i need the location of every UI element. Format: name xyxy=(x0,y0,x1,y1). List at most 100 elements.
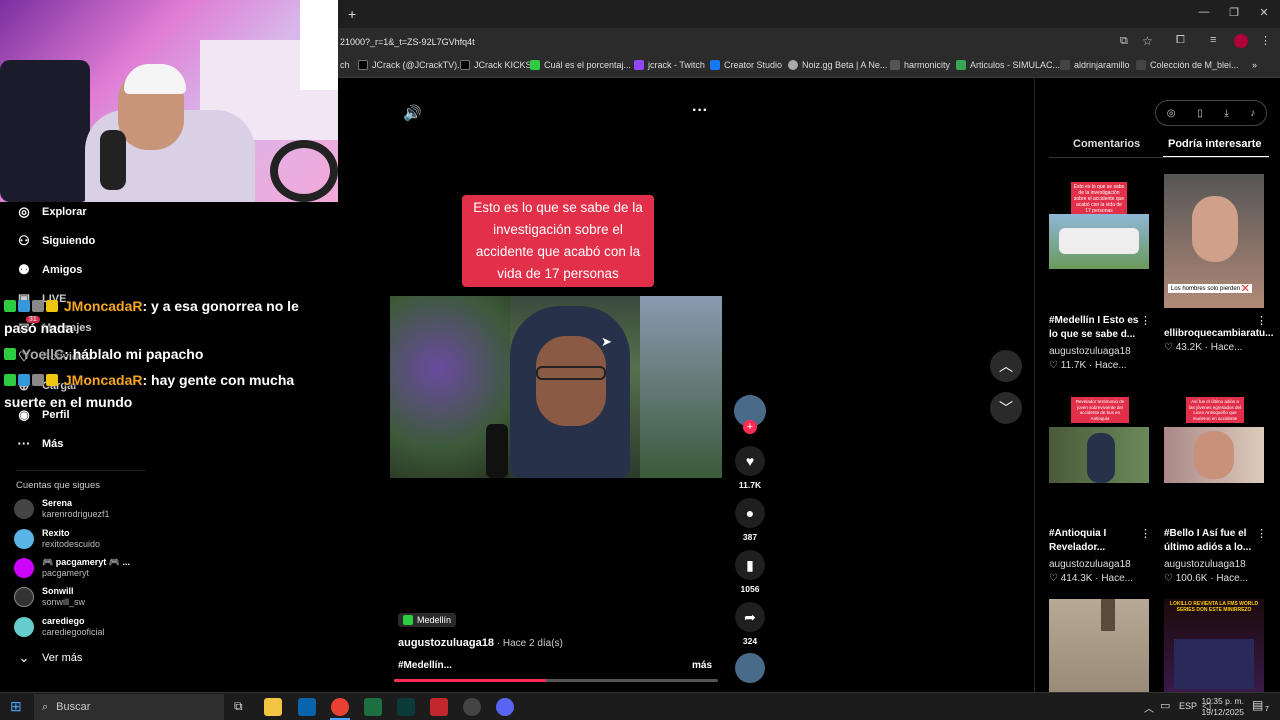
card-title[interactable]: #Medellín I Esto es lo que se sabe d... xyxy=(1049,314,1149,342)
save-button[interactable]: ▮ 1056 xyxy=(734,550,766,594)
bookmark-item[interactable]: Noiz.gg Beta | A Ne... xyxy=(788,60,887,70)
more-options-icon[interactable]: ··· xyxy=(692,102,708,120)
next-video-button[interactable]: ﹀ xyxy=(990,392,1022,424)
account-item[interactable]: Sonwill sonwill_sw xyxy=(14,586,85,608)
card-title[interactable]: ellibroquecambiaratu... xyxy=(1164,327,1273,341)
recommended-thumbnail[interactable]: Así fue el último adiós a las jóvenes eg… xyxy=(1164,395,1264,519)
account-item[interactable]: carediego carediegooficial xyxy=(14,616,105,638)
clock[interactable]: 10:35 p. m. 19/12/2025 xyxy=(1200,696,1244,718)
bookmark-item[interactable]: Articulos - SIMULAC... xyxy=(956,60,1060,70)
account-item[interactable]: Serena karenrodriguezf1 xyxy=(14,498,110,520)
bookmark-item[interactable]: harmonicity xyxy=(890,60,950,70)
nav-explorar[interactable]: ◎ Explorar xyxy=(16,204,86,220)
chat-message: JMoncadaR: y a esa gonorrea no le pasó n… xyxy=(4,298,299,336)
more-caption-button[interactable]: más xyxy=(692,660,712,671)
comment-button[interactable]: ● 387 xyxy=(734,498,766,542)
minimize-icon[interactable]: — xyxy=(1194,6,1214,18)
video-frame[interactable]: ➤ xyxy=(390,296,722,478)
recommended-thumbnail[interactable]: LOKILLO REVIENTA LA FMS WORLD SERIES DON… xyxy=(1164,599,1264,692)
video-still xyxy=(1049,427,1149,483)
sound-avatar[interactable] xyxy=(734,653,766,683)
see-more-button[interactable]: ⌄ Ver más xyxy=(16,650,83,666)
chevron-down-icon: ⌄ xyxy=(18,650,30,665)
card-author[interactable]: augustozuluaga18 xyxy=(1049,559,1131,570)
heart-icon: ♡ xyxy=(1049,360,1061,371)
card-author[interactable]: augustozuluaga18 xyxy=(1164,559,1246,570)
windows-start-icon[interactable]: ⊞ xyxy=(10,698,22,715)
outlook-icon[interactable] xyxy=(298,698,316,716)
extensions-icon[interactable]: ⧠ xyxy=(1176,34,1185,47)
avatar xyxy=(14,587,34,607)
previous-video-button[interactable]: ︿ xyxy=(990,350,1022,382)
card-title[interactable]: #Bello I Así fue el último adiós a lo... xyxy=(1164,527,1258,555)
tab-comentarios[interactable]: Comentarios xyxy=(1073,138,1140,150)
nav-amigos[interactable]: ⚉ Amigos xyxy=(16,262,82,278)
install-app-icon[interactable]: ⧉ xyxy=(1120,35,1128,48)
network-icon[interactable]: ▭ xyxy=(1160,699,1170,712)
share-button[interactable]: ➦ 324 xyxy=(734,602,766,646)
bookmark-item[interactable]: JCrack (@JCrackTV)... xyxy=(358,60,465,70)
notification-icon[interactable]: ▤ xyxy=(1252,698,1263,712)
following-icon: ⚇ xyxy=(18,233,30,248)
nav-mas[interactable]: ··· Más xyxy=(16,436,64,451)
card-menu-icon[interactable]: ⋮ xyxy=(1140,314,1151,327)
glasses xyxy=(536,366,606,380)
people-image xyxy=(1174,639,1254,689)
media-icon[interactable]: ≡ xyxy=(1210,34,1216,46)
profile-avatar[interactable] xyxy=(1234,34,1248,48)
progress-track[interactable] xyxy=(394,679,718,682)
obs-icon[interactable] xyxy=(463,698,481,716)
menu-icon[interactable]: ⋮ xyxy=(1260,34,1271,47)
more-bookmarks-button[interactable]: » xyxy=(1252,60,1257,70)
bookmark-item[interactable]: ch xyxy=(340,60,350,70)
author-line[interactable]: augustozuluaga18 · Hace 2 día(s) xyxy=(398,637,563,649)
bookmark-item[interactable]: Creator Studio xyxy=(710,60,782,70)
task-view-icon[interactable]: ⧉ xyxy=(234,699,243,714)
bookmark-star-icon[interactable]: ☆ xyxy=(1142,34,1153,48)
app-icon[interactable] xyxy=(397,698,415,716)
account-item[interactable]: Rexito rexitodescuido xyxy=(14,528,100,550)
bookmark-item[interactable]: Colección de M_blei... xyxy=(1136,60,1239,70)
language-indicator[interactable]: ESP xyxy=(1179,701,1197,711)
card-title[interactable]: #Antioquia I Revelador... xyxy=(1049,527,1149,555)
nav-siguiendo[interactable]: ⚇ Siguiendo xyxy=(16,233,95,249)
restore-icon[interactable]: ❐ xyxy=(1224,6,1244,19)
video-still xyxy=(1164,427,1264,483)
face xyxy=(1194,431,1234,479)
author-avatar-button[interactable]: + xyxy=(734,395,766,434)
tab-podria-interesarte[interactable]: Podría interesarte xyxy=(1168,138,1262,150)
file-explorer-icon[interactable] xyxy=(264,698,282,716)
discord-icon[interactable] xyxy=(496,698,514,716)
excel-icon[interactable] xyxy=(364,698,382,716)
app-icon[interactable] xyxy=(430,698,448,716)
download-icon[interactable]: ⤓ xyxy=(1224,108,1228,119)
card-menu-icon[interactable]: ⋮ xyxy=(1256,527,1267,540)
taskbar-search[interactable]: ⌕ Buscar xyxy=(34,694,224,720)
recommended-thumbnail[interactable]: Los hombres solo pierden ❌ xyxy=(1164,174,1264,308)
chrome-icon[interactable] xyxy=(331,698,349,716)
account-item[interactable]: 🎮 pacgameryt 🎮 ... pacgameryt xyxy=(14,557,130,579)
card-menu-icon[interactable]: ⋮ xyxy=(1140,527,1151,540)
phone-icon[interactable]: ▯ xyxy=(1197,108,1203,119)
recommended-thumbnail[interactable] xyxy=(1049,599,1149,692)
new-tab-button[interactable]: + xyxy=(348,6,356,22)
friends-icon: ⚉ xyxy=(18,262,30,277)
tiktok-icon[interactable]: ♪ xyxy=(1250,108,1255,119)
chevron-up-icon[interactable]: ︿ xyxy=(1144,700,1154,715)
recommended-thumbnail[interactable]: Revelador testimonio de joven sobrevivie… xyxy=(1049,395,1149,519)
bookmark-item[interactable]: Cuál es el porcentaj... xyxy=(530,60,631,70)
like-button[interactable]: ♥ 11.7K xyxy=(734,446,766,490)
bookmark-item[interactable]: JCrack KICKS xyxy=(460,60,532,70)
card-author[interactable]: augustozuluaga18 xyxy=(1049,346,1131,357)
close-window-icon[interactable]: ✕ xyxy=(1254,6,1274,19)
compass-icon[interactable]: ◎ xyxy=(1167,108,1176,119)
follow-plus-icon[interactable]: + xyxy=(743,420,757,434)
url-text[interactable]: 21000?_r=1&_t=ZS-92L7GVhfq4t xyxy=(340,37,475,47)
bookmark-item[interactable]: jcrack - Twitch xyxy=(634,60,705,70)
bookmark-item[interactable]: aldrinjaramillo xyxy=(1060,60,1130,70)
volume-icon[interactable]: 🔊 xyxy=(403,104,422,122)
recommended-thumbnail[interactable]: Esto es lo que se sabe de la investigaci… xyxy=(1049,174,1149,308)
location-tag[interactable]: Medellín xyxy=(398,613,457,627)
progress-fill xyxy=(394,679,547,682)
card-menu-icon[interactable]: ⋮ xyxy=(1256,314,1267,327)
